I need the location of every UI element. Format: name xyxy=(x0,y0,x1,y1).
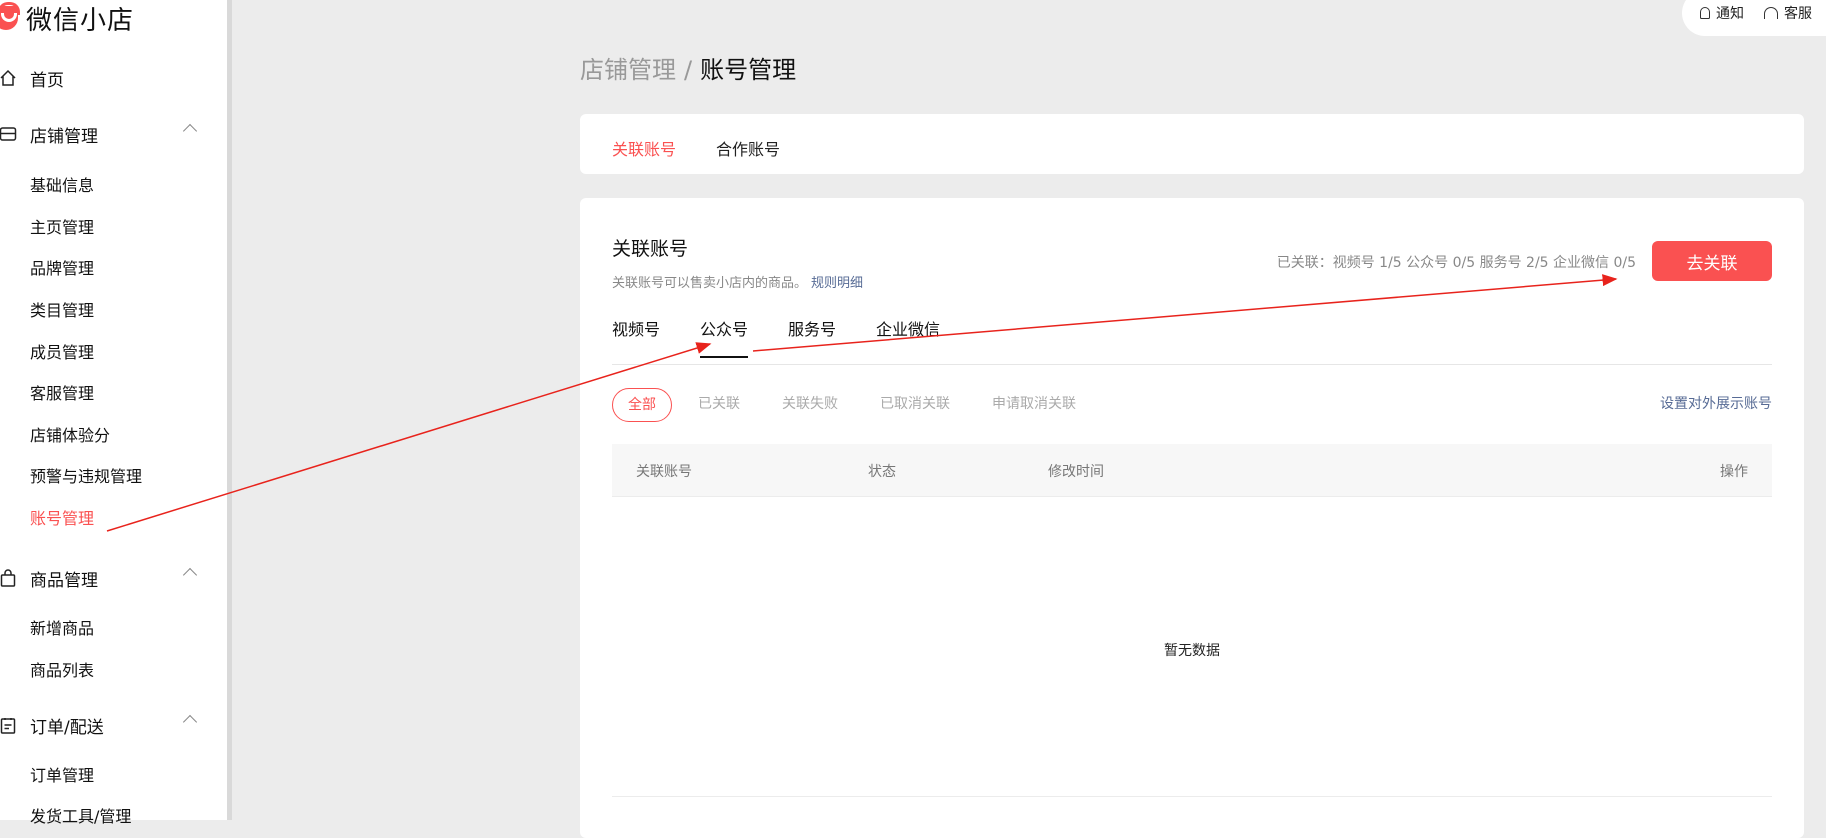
annotation-arrows xyxy=(106,274,1618,532)
annotation-arrow xyxy=(106,342,712,532)
annotation-arrow xyxy=(752,274,1618,352)
